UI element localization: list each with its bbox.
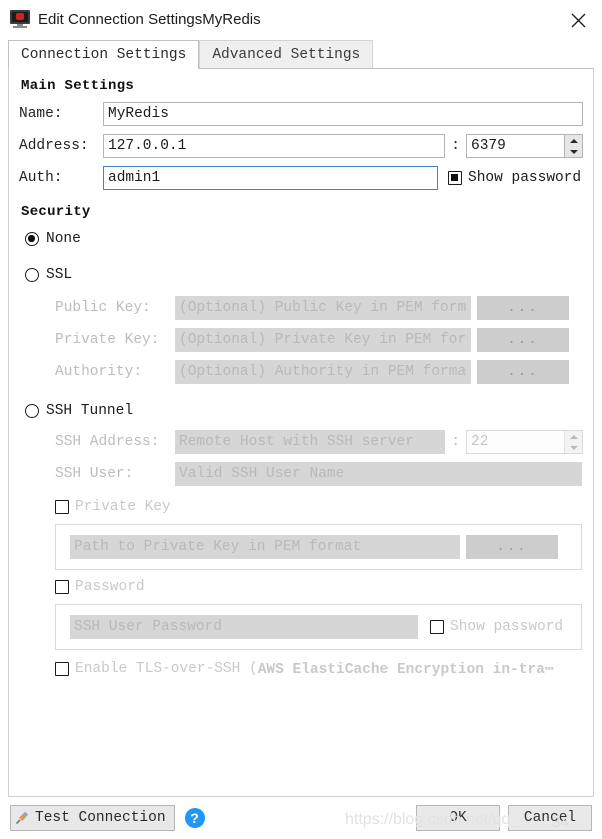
port-stepper[interactable] xyxy=(466,134,583,158)
ssh-private-key-checkbox[interactable] xyxy=(55,500,69,514)
port-increment-button[interactable] xyxy=(565,135,582,146)
private-key-input[interactable] xyxy=(175,328,471,352)
public-key-row: Public Key: ... xyxy=(55,294,583,322)
window-title: Edit Connection SettingsMyRedis xyxy=(38,10,261,28)
ssh-user-input[interactable] xyxy=(175,462,582,486)
help-icon-glyph: ? xyxy=(190,810,199,826)
address-port-separator: : xyxy=(451,138,460,154)
security-option-ssh-tunnel-label: SSH Tunnel xyxy=(46,403,134,419)
ssh-private-key-label: Private Key xyxy=(75,499,171,515)
security-heading: Security xyxy=(21,204,91,220)
ssh-port-stepper-buttons[interactable] xyxy=(564,431,582,453)
port-input[interactable] xyxy=(467,135,564,157)
name-label: Name: xyxy=(19,106,63,122)
tls-over-ssh-row: Enable TLS-over-SSH ( AWS ElastiCache En… xyxy=(55,656,583,682)
radio-none-icon[interactable] xyxy=(25,232,39,246)
radio-ssl-icon[interactable] xyxy=(25,268,39,282)
ssh-user-label: SSH User: xyxy=(55,466,134,482)
auth-row: Auth: Show password xyxy=(19,164,583,192)
show-password-checkbox[interactable] xyxy=(448,171,462,185)
ssh-password-checkbox[interactable] xyxy=(55,580,69,594)
ssh-private-key-path-row: ... xyxy=(64,535,573,559)
private-key-label: Private Key: xyxy=(55,332,160,348)
public-key-input[interactable] xyxy=(175,296,471,320)
ssh-private-key-toggle-row: Private Key xyxy=(55,494,583,520)
ssh-address-label: SSH Address: xyxy=(55,434,160,450)
address-input[interactable] xyxy=(103,134,446,158)
test-connection-button[interactable]: Test Connection xyxy=(10,805,175,831)
ssh-user-row: SSH User: xyxy=(55,460,583,488)
ok-button[interactable]: OK xyxy=(416,805,500,831)
edit-connection-dialog: Edit Connection SettingsMyRedis Connecti… xyxy=(0,0,602,839)
tab-bar: Connection Settings Advanced Settings xyxy=(0,38,602,69)
security-option-ssh-tunnel[interactable]: SSH Tunnel xyxy=(25,398,583,424)
cancel-button[interactable]: Cancel xyxy=(508,805,592,831)
ssh-address-row: SSH Address: : xyxy=(55,428,583,456)
security-option-none-label: None xyxy=(46,231,81,247)
security-option-ssl[interactable]: SSL xyxy=(25,262,583,288)
ssh-show-password-checkbox[interactable] xyxy=(430,620,444,634)
connection-settings-panel: Main Settings Name: Address: : xyxy=(8,68,594,797)
authority-row: Authority: ... xyxy=(55,358,583,386)
dialog-footer: Test Connection ? OK Cancel xyxy=(0,797,602,839)
tab-connection-settings-label: Connection Settings xyxy=(21,47,187,63)
name-input[interactable] xyxy=(103,102,583,126)
ssh-address-input[interactable] xyxy=(175,430,446,454)
ssh-port-stepper[interactable] xyxy=(466,430,583,454)
ssh-private-key-path-input[interactable] xyxy=(70,535,460,559)
tls-over-ssh-label-bold: AWS ElastiCache Encryption in-tra⋯ xyxy=(257,661,554,678)
security-option-ssl-label: SSL xyxy=(46,267,73,283)
private-key-row: Private Key: ... xyxy=(55,326,583,354)
ssh-port-input[interactable] xyxy=(467,431,564,453)
main-settings-heading: Main Settings xyxy=(21,78,135,94)
show-password-label: Show password xyxy=(468,170,582,186)
redis-monitor-icon xyxy=(10,10,30,28)
address-row: Address: : xyxy=(19,132,583,160)
ok-button-label: OK xyxy=(449,810,467,826)
tab-advanced-settings[interactable]: Advanced Settings xyxy=(199,40,374,68)
address-label: Address: xyxy=(19,138,89,154)
auth-input[interactable] xyxy=(103,166,438,190)
ssh-address-port-separator: : xyxy=(451,434,460,450)
ssh-password-input[interactable] xyxy=(70,615,418,639)
authority-browse-button[interactable]: ... xyxy=(477,360,569,384)
tls-over-ssh-label-plain: Enable TLS-over-SSH ( xyxy=(75,661,258,677)
title-bar: Edit Connection SettingsMyRedis xyxy=(0,0,602,38)
ssh-port-decrement-button[interactable] xyxy=(565,442,582,453)
cancel-button-label: Cancel xyxy=(523,810,577,826)
close-icon[interactable] xyxy=(566,8,590,32)
ssh-password-toggle-row: Password xyxy=(55,574,583,600)
ssh-private-key-browse-button[interactable]: ... xyxy=(466,535,558,559)
radio-ssh-tunnel-icon[interactable] xyxy=(25,404,39,418)
public-key-browse-button[interactable]: ... xyxy=(477,296,569,320)
ssh-password-group: Show password xyxy=(55,604,582,650)
private-key-browse-button[interactable]: ... xyxy=(477,328,569,352)
port-stepper-buttons[interactable] xyxy=(564,135,582,157)
authority-label: Authority: xyxy=(55,364,143,380)
ssh-port-increment-button[interactable] xyxy=(565,431,582,442)
test-connection-label: Test Connection xyxy=(35,810,166,826)
ssh-password-field-row: Show password xyxy=(64,615,573,639)
ssh-password-label: Password xyxy=(75,579,145,595)
public-key-label: Public Key: xyxy=(55,300,151,316)
ssh-show-password-label: Show password xyxy=(450,619,564,635)
plug-icon xyxy=(15,811,29,825)
authority-input[interactable] xyxy=(175,360,471,384)
ssh-private-key-group: ... xyxy=(55,524,582,570)
name-row: Name: xyxy=(19,100,583,128)
tab-connection-settings[interactable]: Connection Settings xyxy=(8,40,200,69)
tab-advanced-settings-label: Advanced Settings xyxy=(212,46,361,63)
tls-over-ssh-checkbox[interactable] xyxy=(55,662,69,676)
help-icon[interactable]: ? xyxy=(184,808,205,828)
port-decrement-button[interactable] xyxy=(565,146,582,157)
auth-label: Auth: xyxy=(19,170,63,186)
security-option-none[interactable]: None xyxy=(25,226,583,252)
